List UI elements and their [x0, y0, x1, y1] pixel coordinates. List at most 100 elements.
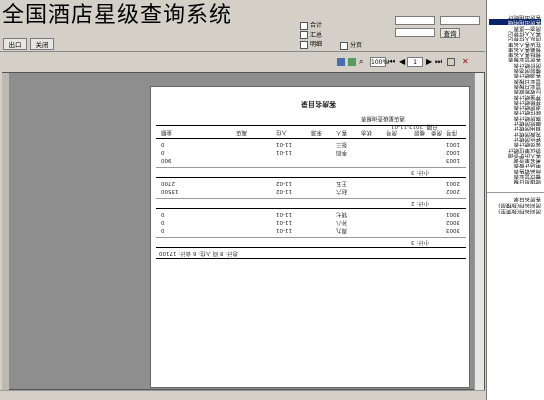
page-title: 全国酒店星级查询系统: [2, 3, 233, 28]
header-cell: 来源: [311, 129, 323, 135]
group-rule: [156, 167, 466, 168]
search-icon[interactable]: ⌕: [359, 57, 367, 66]
viewer-toolbar: ⌕ 100% ⏮ ◀ 1 ▶ ⏭ ✕: [2, 55, 484, 71]
cell-checkin: 11-01: [276, 227, 292, 233]
header-cell: 状态: [361, 129, 373, 135]
cell-checkin: 11-01: [276, 141, 292, 147]
header-rule: [156, 138, 466, 139]
header-cell: 金额: [161, 129, 173, 135]
table-row: 2001 王五 11-02 2700: [156, 180, 466, 187]
cell-guest: 李四: [336, 149, 348, 155]
next-page-icon[interactable]: ▶: [426, 57, 432, 66]
cell-checkin: 11-01: [276, 211, 292, 217]
checkbox-icon: [300, 40, 308, 49]
grand-total-rule: [156, 258, 466, 259]
status-bar: [0, 390, 485, 400]
close-button[interactable]: 关闭: [30, 38, 54, 50]
cell-amount: 900: [161, 157, 172, 163]
first-page-icon[interactable]: ⏮: [388, 57, 395, 67]
group-rule: [156, 198, 466, 199]
report-title: 客房名目录: [301, 100, 336, 108]
cell-checkin: 11-01: [276, 149, 292, 155]
subtotal: 小计: 3: [411, 239, 430, 245]
cell-amount: 13500: [161, 188, 179, 194]
print-icon[interactable]: [337, 58, 345, 66]
report-list-panel: 客房出租统计 客房出租明细 房态一览表 客人入住登记 团队入住登记 在店客人名单 预离客人名…: [486, 0, 544, 400]
cell-room: 3002: [446, 219, 460, 225]
grand-total-rule: [156, 247, 466, 248]
grand-total: 总计: 8 间 入住: 6 合计: 17100: [159, 250, 239, 256]
grid-icon[interactable]: [447, 58, 455, 66]
cell-room: 1001: [446, 141, 460, 147]
cell-amount: 0: [161, 219, 165, 225]
export-icon[interactable]: [348, 58, 356, 66]
cell-amount: 0: [161, 141, 165, 147]
checkbox-pagination[interactable]: 分页: [340, 40, 362, 50]
report-header-row: 序号 房类 楼层 房号 状态 客人 来源 入住 离店 金额: [156, 129, 466, 137]
cell-amount: 0: [161, 211, 165, 217]
sidebar-extra-item[interactable]: 房间名称(按类型): [489, 208, 541, 214]
checkbox-icon: [300, 21, 308, 30]
left-scrollbar[interactable]: [2, 73, 9, 390]
group-rule: [156, 237, 466, 238]
cell-checkin: 11-02: [276, 180, 292, 186]
header-cell: 楼层: [414, 129, 426, 135]
table-row: 1002 李四 11-01 0: [156, 149, 466, 156]
cell-room: 1003: [446, 157, 460, 163]
vertical-scrollbar[interactable]: [474, 73, 484, 390]
checkbox-icon: [340, 41, 348, 50]
header-cell: 序号: [446, 129, 458, 135]
cell-amount: 2700: [161, 180, 175, 186]
cell-guest: 孙八: [336, 219, 348, 225]
header-cell: 房号: [386, 129, 398, 135]
subtotal: 小计: 2: [411, 200, 430, 206]
report-subtitle: 酒店星级查询报表: [361, 115, 406, 121]
checkbox-label: 合计: [310, 22, 323, 29]
cell-room: 2001: [446, 180, 460, 186]
cell-room: 3003: [446, 227, 460, 233]
sidebar-divider: [487, 191, 544, 193]
checkbox-total[interactable]: 合计: [300, 20, 360, 30]
filter-field-2[interactable]: [395, 28, 435, 37]
report-page: 客房名目录 酒店星级查询报表 日期: 2012-11-01 序号 房类 楼层 房…: [150, 86, 470, 388]
filter-field-1[interactable]: [395, 16, 435, 25]
cell-guest: 赵六: [336, 188, 348, 194]
cell-room: 2002: [446, 188, 460, 194]
cell-amount: 0: [161, 227, 165, 233]
cell-room: 3001: [446, 211, 460, 217]
checkbox-label: 汇总: [310, 31, 323, 39]
cell-amount: 0: [161, 149, 165, 155]
cell-guest: 钱七: [336, 211, 348, 217]
checkbox-summary[interactable]: 汇总: [300, 30, 360, 39]
header-rule: [156, 125, 466, 126]
group-rule: [156, 177, 466, 178]
subtotal: 小计: 3: [411, 169, 430, 175]
last-page-icon[interactable]: ⏭: [435, 57, 442, 67]
query-button[interactable]: 查询: [440, 28, 460, 38]
header-cell: 房类: [431, 129, 443, 135]
header-cell: 入住: [276, 129, 288, 135]
close-icon[interactable]: ✕: [462, 57, 469, 66]
table-row: 3001 钱七 11-01 0: [156, 211, 466, 218]
sidebar-extra-item[interactable]: 客房名目录: [489, 196, 541, 202]
export-button[interactable]: 出口: [3, 38, 27, 50]
checkbox-icon: [300, 31, 308, 39]
filter-field-3[interactable]: [440, 16, 480, 25]
page-number-field[interactable]: 1: [407, 57, 423, 67]
table-row: 3002 孙八 11-01 0: [156, 219, 466, 226]
sidebar-item[interactable]: 收银员日报: [489, 178, 541, 184]
zoom-field[interactable]: 100%: [370, 57, 388, 67]
cell-checkin: 11-01: [276, 219, 292, 225]
cell-guest: 张三: [336, 141, 348, 147]
cell-guest: 周九: [336, 227, 348, 233]
table-row: 1001 张三 11-01 0: [156, 141, 466, 148]
cell-guest: 王五: [336, 180, 348, 186]
sidebar-extra-item[interactable]: 房间名称(按楼层): [489, 202, 541, 208]
prev-page-icon[interactable]: ◀: [399, 57, 405, 66]
table-row: 3003 周九 11-01 0: [156, 227, 466, 234]
checkbox-label: 明细: [310, 41, 323, 48]
group-rule: [156, 208, 466, 209]
cell-room: 1002: [446, 149, 460, 155]
table-row: 1003 900: [156, 157, 466, 164]
table-row: 2002 赵六 11-02 13500: [156, 188, 466, 195]
